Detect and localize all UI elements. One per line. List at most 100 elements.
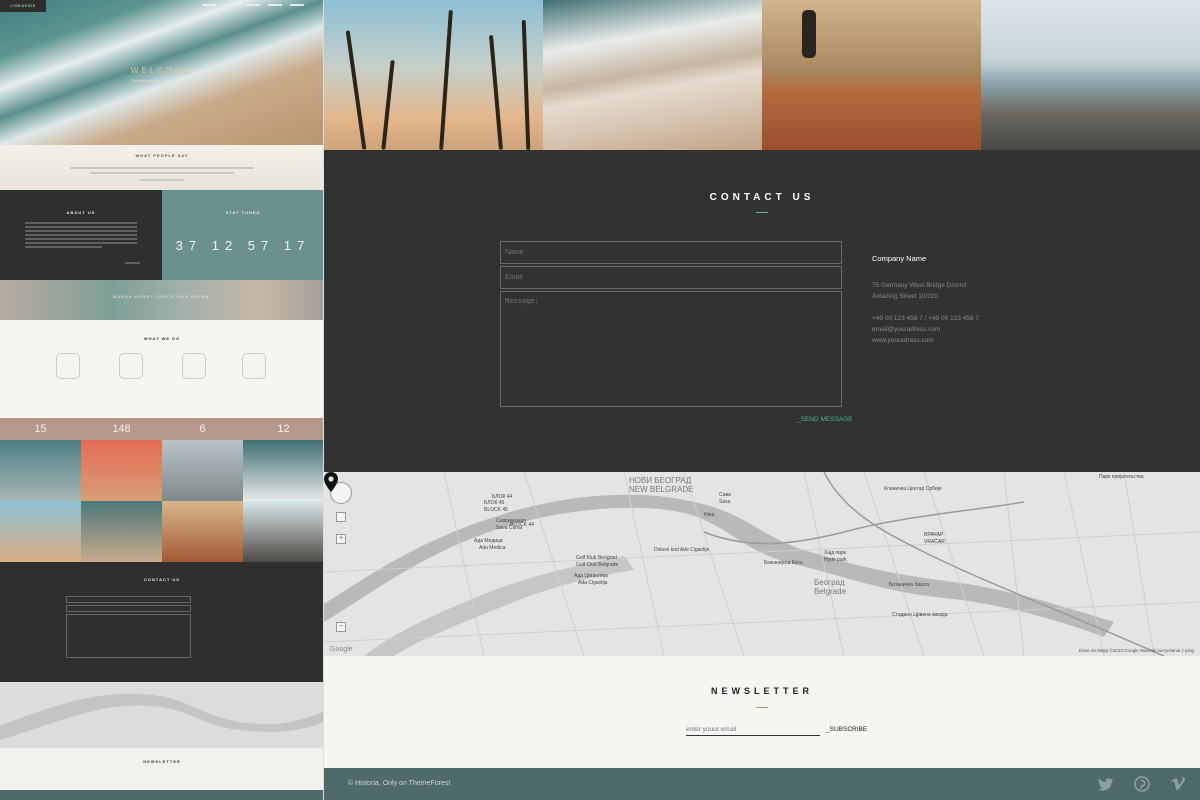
stat-value: 15 <box>34 423 47 435</box>
map-label: БЛОК 44 <box>492 494 513 500</box>
send-message-button[interactable]: _SEND MESSAGE <box>797 416 853 423</box>
map-label: Hyde park <box>824 557 847 563</box>
countdown-section: STAY TUNED 37 12 57 17 <box>162 190 323 280</box>
services-section: WHAT WE DO <box>0 320 323 418</box>
service-icon <box>242 353 266 379</box>
map-label: Golf Klub Beograd <box>576 555 617 561</box>
contact-section: CONTACT US _SEND MESSAGE Company Name 75… <box>324 150 1200 472</box>
testimonials-section: WHAT PEOPLE SAY <box>0 145 323 190</box>
map-zoom-slider[interactable] <box>336 512 346 522</box>
newsletter-preview: NEWSLETTER <box>0 748 323 790</box>
map-label: Клиничка Центар Србије <box>884 486 942 492</box>
service-icon <box>119 353 143 379</box>
map-label: БЛОК 45 <box>484 500 505 506</box>
gallery-photo-waves[interactable] <box>543 0 762 150</box>
map-label: Ниш <box>704 512 715 518</box>
hero-section: ///SEASIDE WELCOME Professional Ray / de… <box>0 0 323 145</box>
title-underline <box>756 707 768 708</box>
map-label: Бежанијска Коса <box>764 560 803 566</box>
email-field[interactable] <box>500 266 842 289</box>
newsletter-section: NEWSLETTER _SUBSCRIBE <box>324 656 1200 768</box>
portfolio-grid <box>0 440 323 562</box>
map-label: Стадион Црвена звезда <box>892 612 948 618</box>
stats-bar: 15 148 6 12 <box>0 418 323 440</box>
portfolio-item[interactable] <box>243 440 323 501</box>
subscribe-button[interactable]: _SUBSCRIBE <box>826 726 867 733</box>
map-label: Савскиканал <box>496 518 527 524</box>
map-pin-icon[interactable] <box>324 472 338 492</box>
map-zoom-in-button[interactable]: + <box>336 534 346 544</box>
pinterest-icon[interactable] <box>1134 776 1150 792</box>
offer-banner[interactable]: WANNA MORE? CHECK OUR OFFER! <box>0 280 323 320</box>
portfolio-item[interactable] <box>0 501 81 562</box>
footer-copyright: © Historia, Only on ThemeForest <box>348 780 451 787</box>
service-icon <box>56 353 80 379</box>
section-title: NEWSLETTER <box>143 759 181 764</box>
section-title: WHAT WE DO <box>143 336 181 341</box>
stat-value: 148 <box>112 423 131 435</box>
phone: +49 00 123 456 7 / +49 00 123 456 7 <box>872 315 979 322</box>
map-label: Ада Циганлија <box>574 573 608 579</box>
countdown-timer: 37 12 57 17 <box>175 238 311 253</box>
section-title: STAY TUNED <box>225 210 261 215</box>
section-title: ABOUT US <box>66 210 96 215</box>
address-line-1: 75 Germany West Bridge District <box>872 282 967 289</box>
map-label: Sava Canal <box>496 525 522 531</box>
map-label: Ada Medica <box>479 545 506 551</box>
footer-preview <box>0 790 323 800</box>
offer-banner-text: WANNA MORE? CHECK OUR OFFER! <box>112 294 212 299</box>
map-label: Ботаничка башта <box>889 582 930 588</box>
hero-subtitle: Professional Ray / design & Ocean <box>130 78 194 83</box>
section-title: WHAT PEOPLE SAY <box>135 153 189 158</box>
portfolio-item[interactable] <box>243 501 323 562</box>
message-field[interactable] <box>500 291 842 407</box>
map-label: НОВИ БЕОГРАД <box>629 476 692 485</box>
portfolio-item[interactable] <box>162 440 243 501</box>
section-title: CONTACT US <box>144 577 180 582</box>
map-label: Dokovi kod Ade Ciganlije <box>654 547 710 553</box>
hero-title: WELCOME <box>130 66 194 75</box>
map-zoom-out-button[interactable]: − <box>336 622 346 632</box>
map-label: Хајд парк <box>824 550 846 556</box>
stat-value: 6 <box>199 423 206 435</box>
map-copyright: Dane do Mapy ©2013 Google Warunki korzys… <box>1079 648 1194 653</box>
twitter-icon[interactable] <box>1098 776 1114 792</box>
newsletter-title: NEWSLETTER <box>711 686 813 696</box>
google-logo: Google <box>330 646 353 653</box>
footer: © Historia, Only on ThemeForest <box>324 768 1200 800</box>
site-logo[interactable]: ///SEASIDE <box>0 0 46 12</box>
email-link[interactable]: email@youradress.com <box>872 324 940 335</box>
company-name: Company Name <box>872 254 927 263</box>
contact-title: CONTACT US <box>709 192 815 203</box>
map-label: Београд <box>814 578 845 587</box>
portfolio-item[interactable] <box>81 440 162 501</box>
service-icon <box>182 353 206 379</box>
portfolio-item[interactable] <box>0 440 81 501</box>
about-section: ABOUT US <box>0 190 162 280</box>
map-label: Сава <box>719 492 731 498</box>
vimeo-icon[interactable] <box>1170 776 1186 792</box>
location-map[interactable]: НОВИ БЕОГРАД NEW BELGRADE БЛОК 45 BLOCK … <box>324 472 1200 656</box>
portfolio-item[interactable] <box>162 501 243 562</box>
map-label: Ada Ciganlija <box>578 580 608 586</box>
website-link[interactable]: www.youradress.com <box>872 335 934 346</box>
photo-gallery <box>324 0 1200 150</box>
map-label: Golf Club Belgrade <box>576 562 619 568</box>
map-label: NEW BELGRADE <box>629 485 694 494</box>
name-field[interactable] <box>500 241 842 264</box>
map-label: Sava <box>719 499 731 505</box>
stat-value: 12 <box>277 423 290 435</box>
page: ///SEASIDE WELCOME Professional Ray / de… <box>0 0 1200 800</box>
portfolio-item[interactable] <box>81 501 162 562</box>
newsletter-email-input[interactable] <box>686 724 820 736</box>
map-preview[interactable] <box>0 682 323 748</box>
page-preview-thumbnail: ///SEASIDE WELCOME Professional Ray / de… <box>0 0 324 800</box>
map-label: Ада Медица <box>474 538 503 544</box>
address-line-2: Amazing Street 10/220 <box>872 293 939 300</box>
gallery-photo-rocks[interactable] <box>981 0 1200 150</box>
top-nav[interactable] <box>202 4 304 6</box>
gallery-photo-palms[interactable] <box>324 0 543 150</box>
gallery-photo-fisherman[interactable] <box>762 0 981 150</box>
title-underline <box>756 212 768 213</box>
map-label: BLOCK 45 <box>484 507 508 513</box>
